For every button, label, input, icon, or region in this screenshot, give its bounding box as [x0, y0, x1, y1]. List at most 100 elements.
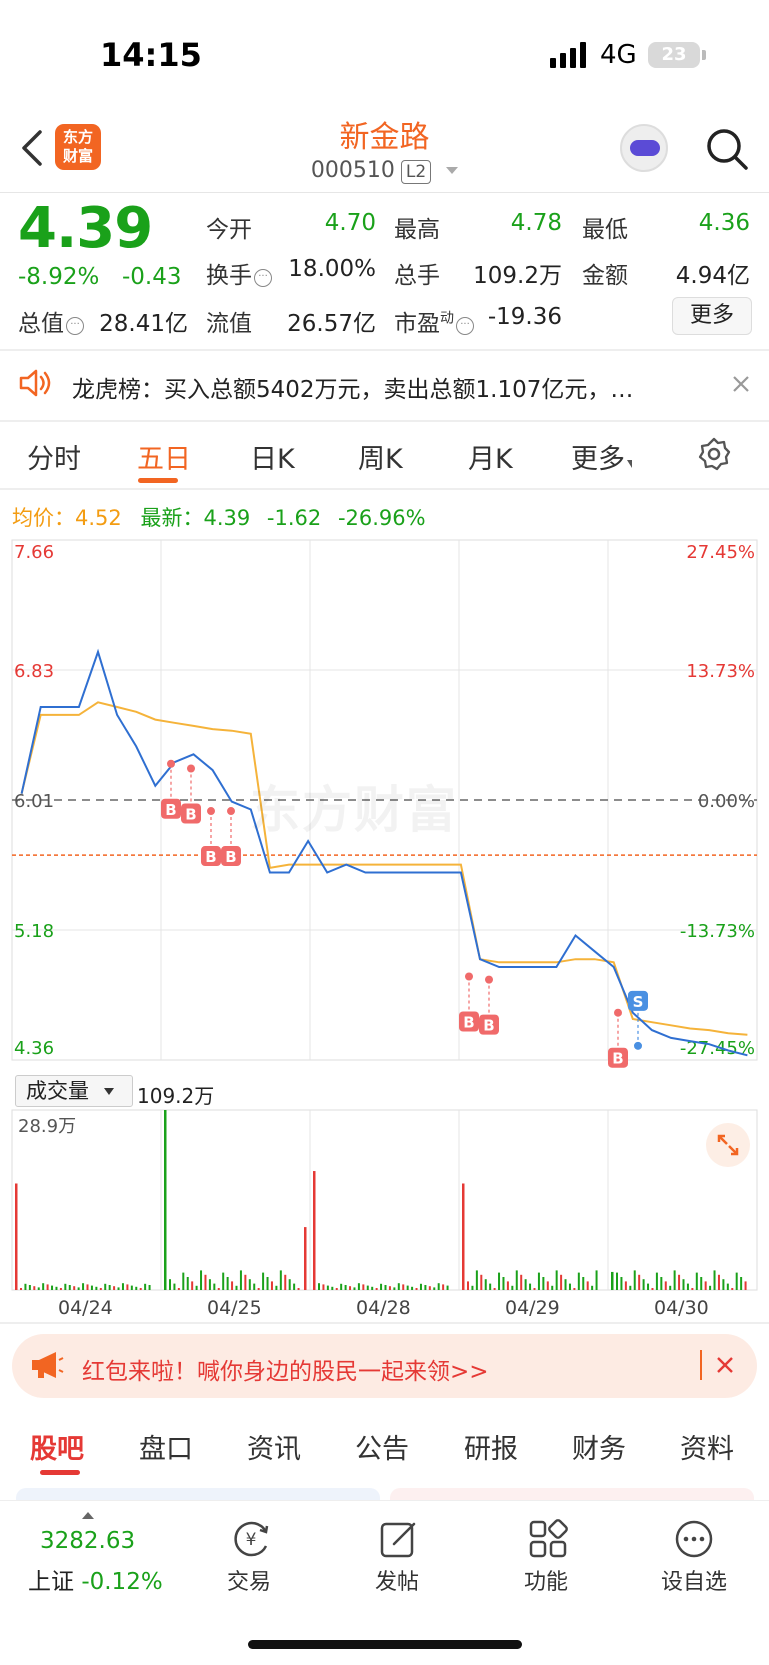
more-button[interactable]: 更多 — [672, 297, 752, 335]
volume-bar — [586, 1281, 589, 1290]
volume-bar — [433, 1287, 436, 1290]
volume-bar — [555, 1270, 558, 1290]
speaker-icon — [19, 369, 51, 397]
amount-value: 4.94亿 — [675, 263, 750, 289]
volume-bar — [86, 1284, 89, 1290]
subtab-announcements[interactable]: 公告 — [355, 1427, 409, 1466]
volume-bar — [284, 1274, 287, 1290]
tab-more[interactable]: 更多 — [571, 437, 632, 476]
volume-bar — [15, 1183, 18, 1290]
divider — [0, 488, 769, 490]
volume-bar — [709, 1285, 712, 1290]
high-label: 最高 — [394, 217, 440, 243]
volume-bar — [419, 1283, 422, 1290]
index-row[interactable]: 上证 -0.12% — [28, 1562, 163, 1596]
watermark-logo: 东方财富 — [250, 781, 458, 839]
volume-bar — [208, 1279, 211, 1290]
volume-bar — [529, 1283, 532, 1290]
total-mv-value: 28.41亿 — [99, 311, 188, 337]
info-icon[interactable]: ··· — [456, 317, 474, 335]
volume-bar — [33, 1286, 36, 1290]
volume-bar — [293, 1283, 296, 1290]
buy-marker-label: B — [483, 1017, 494, 1035]
y-axis-label-left: 6.01 — [14, 791, 54, 812]
volume-bar — [90, 1285, 93, 1290]
volume-bar — [326, 1285, 329, 1290]
post-icon[interactable] — [378, 1518, 420, 1560]
promo-text[interactable]: 红包来啦！喊你身边的股民一起来领>> — [82, 1352, 489, 1386]
turnover-value: 18.00% — [288, 256, 376, 282]
info-icon[interactable]: ··· — [66, 317, 84, 335]
nav-add-watchlist[interactable]: 设自选 — [639, 1564, 749, 1596]
volume-bar — [726, 1283, 729, 1290]
tab-weekly-k[interactable]: 周K — [358, 437, 403, 476]
volume-bar — [195, 1285, 198, 1290]
low-value: 4.36 — [698, 210, 750, 236]
chart-summary: 均价：4.52 最新：4.39 -1.62 -26.96% — [12, 502, 426, 532]
nav-post[interactable]: 发帖 — [342, 1564, 452, 1596]
volume-bar — [121, 1283, 124, 1290]
open-label: 今开 — [206, 217, 252, 243]
volume-bar — [99, 1288, 102, 1290]
subtab-news[interactable]: 资讯 — [247, 1427, 301, 1466]
news-ticker[interactable]: 龙虎榜：买入总额5402万元，卖出总额1.107亿元，… — [72, 370, 682, 404]
volume-bar — [717, 1274, 720, 1290]
volume-bar — [573, 1288, 576, 1290]
subtab-research[interactable]: 研报 — [464, 1427, 518, 1466]
low-label: 最低 — [582, 217, 628, 243]
tab-intraday[interactable]: 分时 — [27, 437, 81, 476]
close-icon[interactable] — [716, 1356, 734, 1374]
volume-bar — [279, 1270, 282, 1290]
trade-icon[interactable]: ¥ — [230, 1518, 272, 1560]
functions-grid-icon[interactable] — [527, 1518, 569, 1560]
subtab-profile[interactable]: 资料 — [680, 1427, 734, 1466]
search-icon[interactable] — [706, 128, 748, 170]
close-icon[interactable] — [732, 375, 750, 393]
volume-bar — [467, 1281, 469, 1290]
date-label: 04/25 — [207, 1297, 262, 1319]
latest-label: 最新： — [140, 506, 204, 530]
index-value[interactable]: 3282.63 — [40, 1528, 135, 1554]
volume-bar — [331, 1286, 334, 1290]
buy-marker-label: B — [165, 801, 176, 819]
volume-bar — [297, 1288, 300, 1290]
volume-bar — [380, 1283, 383, 1290]
status-time: 14:15 — [100, 36, 202, 74]
total-mv-label: 总值 ··· — [18, 304, 86, 338]
pe-label: 市盈动 ··· — [394, 304, 476, 338]
volume-selector[interactable]: 成交量 — [15, 1075, 133, 1107]
volume-bar — [288, 1279, 291, 1290]
nav-trade[interactable]: 交易 — [194, 1564, 304, 1596]
volume-bar — [95, 1286, 98, 1290]
volume-bar — [595, 1270, 598, 1290]
volume-bar — [217, 1288, 220, 1290]
subtab-guba[interactable]: 股吧 — [30, 1427, 84, 1466]
tab-daily-k[interactable]: 日K — [250, 437, 295, 476]
volume-bar — [304, 1227, 307, 1290]
volume-bar — [257, 1288, 260, 1290]
volume-bar — [700, 1277, 703, 1290]
volume-bar — [384, 1285, 387, 1290]
y-axis-label-left: 7.66 — [14, 542, 54, 563]
volume-bar — [537, 1272, 540, 1290]
volume-bar — [480, 1274, 483, 1290]
more-dots-icon[interactable] — [673, 1518, 715, 1560]
volume-bar — [475, 1270, 478, 1290]
volume-bar — [616, 1272, 618, 1290]
stock-code: 000510 — [310, 158, 395, 183]
index-name: 上证 — [28, 1569, 74, 1595]
caret-icon — [627, 460, 632, 468]
settings-gear-icon[interactable] — [697, 437, 731, 471]
subtab-financials[interactable]: 财务 — [572, 1427, 626, 1466]
tab-five-day[interactable]: 五日 — [137, 437, 191, 476]
expand-icon[interactable] — [706, 1123, 750, 1167]
tab-monthly-k[interactable]: 月K — [468, 437, 513, 476]
volume-bar — [262, 1272, 265, 1290]
subtab-orderbook[interactable]: 盘口 — [139, 1427, 193, 1466]
banner-divider — [700, 1350, 702, 1380]
nav-functions[interactable]: 功能 — [491, 1564, 601, 1596]
y-axis-label-left: 5.18 — [14, 921, 54, 942]
volume-chart[interactable] — [0, 1108, 769, 1308]
volume-bar — [362, 1284, 365, 1290]
robot-face — [630, 140, 660, 156]
